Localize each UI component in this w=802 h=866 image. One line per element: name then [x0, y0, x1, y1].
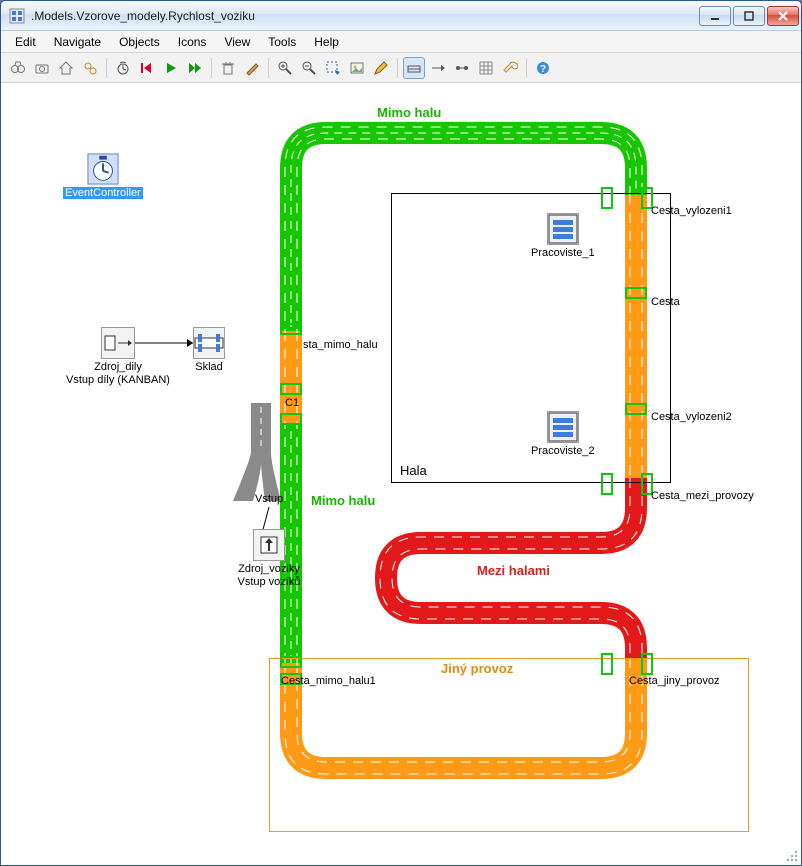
source-up-icon — [253, 529, 285, 561]
window-title: .Models.Vzorove_modely.Rychlost_voziku — [31, 9, 699, 23]
svg-text:?: ? — [540, 64, 546, 75]
minimize-button[interactable] — [699, 6, 731, 26]
label-cesta: Cesta — [651, 296, 680, 308]
toolbar-separator — [526, 58, 527, 78]
tool-zoom-in-icon[interactable] — [274, 57, 296, 79]
tool-connector-icon[interactable] — [427, 57, 449, 79]
menu-tools[interactable]: Tools — [260, 33, 304, 51]
tool-zoom-out-icon[interactable] — [298, 57, 320, 79]
tool-brush-icon[interactable] — [241, 57, 263, 79]
label-cesta-vylozeni2: Cesta_vylozeni2 — [651, 411, 732, 423]
event-controller-object[interactable]: EventController — [63, 153, 143, 200]
label-c1: C1 — [285, 397, 299, 409]
menu-help[interactable]: Help — [306, 33, 347, 51]
connector[interactable] — [280, 323, 302, 335]
tool-help-icon[interactable]: ? — [532, 57, 554, 79]
connector[interactable] — [601, 653, 613, 675]
connector[interactable] — [280, 413, 302, 425]
maximize-button[interactable] — [733, 6, 765, 26]
tool-home-icon[interactable] — [55, 57, 77, 79]
connector[interactable] — [601, 473, 613, 495]
tool-grid-icon[interactable] — [475, 57, 497, 79]
tool-binoculars-icon[interactable] — [7, 57, 29, 79]
sklad-object[interactable]: Sklad — [193, 327, 225, 374]
vstup-label: Vstup — [255, 493, 283, 505]
menu-edit[interactable]: Edit — [7, 33, 44, 51]
menu-icons[interactable]: Icons — [170, 33, 215, 51]
annot-mimo-halu-top: Mimo halu — [377, 105, 441, 120]
zdroj-dily-object[interactable]: Zdroj_dily Vstup díly (KANBAN) — [63, 327, 173, 386]
menubar: Edit Navigate Objects Icons View Tools H… — [1, 31, 801, 53]
model-canvas[interactable]: Hala EventController Zdroj_d — [1, 83, 801, 865]
toolbar-separator — [211, 58, 212, 78]
label-cesta-vylozeni1: Cesta_vylozeni1 — [651, 205, 732, 217]
pracoviste-1-label: Pracoviste_1 — [531, 247, 595, 260]
menu-view[interactable]: View — [216, 33, 258, 51]
tool-image-icon[interactable] — [346, 57, 368, 79]
connector[interactable] — [625, 287, 647, 299]
tool-select-rect-icon[interactable] — [322, 57, 344, 79]
source-icon — [101, 327, 135, 359]
connector[interactable] — [601, 187, 613, 209]
tool-trash-icon[interactable] — [217, 57, 239, 79]
event-controller-label: EventController — [63, 187, 143, 199]
tool-rewind-icon[interactable] — [136, 57, 158, 79]
connector[interactable] — [280, 383, 302, 395]
label-cesta-mimo-halu1: Cesta_mimo_halu1 — [281, 675, 376, 687]
sklad-label: Sklad — [193, 361, 225, 374]
connector[interactable] — [641, 653, 653, 675]
label-sta-mimo-halu: sta_mimo_halu — [303, 339, 378, 351]
tool-camera-icon[interactable] — [31, 57, 53, 79]
menu-navigate[interactable]: Navigate — [46, 33, 109, 51]
label-cesta-mezi-provozy: Cesta_mezi_provozy — [651, 490, 754, 502]
app-window: .Models.Vzorove_modely.Rychlost_voziku E… — [0, 0, 802, 866]
connector[interactable] — [625, 403, 647, 415]
buffer-icon — [193, 327, 225, 359]
app-icon — [9, 8, 25, 24]
toolbar-separator — [268, 58, 269, 78]
tool-clock-icon[interactable] — [112, 57, 134, 79]
tool-wrench-icon[interactable] — [499, 57, 521, 79]
menu-objects[interactable]: Objects — [111, 33, 168, 51]
pracoviste-2-label: Pracoviste_2 — [531, 445, 595, 458]
titlebar: .Models.Vzorove_modely.Rychlost_voziku — [1, 1, 801, 31]
tool-pencil-icon[interactable] — [370, 57, 392, 79]
pracoviste-2-object[interactable]: Pracoviste_2 — [531, 411, 595, 458]
annot-mezi-halami: Mezi halami — [477, 563, 550, 578]
zdroj-dily-label: Zdroj_dily Vstup díly (KANBAN) — [63, 361, 173, 386]
hala-caption: Hala — [400, 463, 427, 478]
close-button[interactable] — [767, 6, 799, 26]
annot-jiny-provoz: Jiný provoz — [441, 661, 513, 676]
toolbar-separator — [397, 58, 398, 78]
connector[interactable] — [280, 656, 302, 668]
tool-node-icon[interactable] — [451, 57, 473, 79]
pracoviste-1-object[interactable]: Pracoviste_1 — [531, 213, 595, 260]
toolbar: ? — [1, 53, 801, 83]
tool-tray-icon[interactable] — [403, 57, 425, 79]
station-icon — [547, 213, 579, 245]
annot-mimo-halu-mid: Mimo halu — [311, 493, 375, 508]
tool-fastforward-icon[interactable] — [184, 57, 206, 79]
station-icon — [547, 411, 579, 443]
zdroj-voziky-label: Zdroj_voziky Vstup vozíků — [229, 563, 309, 588]
zdroj-voziky-object[interactable]: Zdroj_voziky Vstup vozíků — [229, 529, 309, 588]
toolbar-separator — [106, 58, 107, 78]
tool-gears-icon[interactable] — [79, 57, 101, 79]
tool-play-icon[interactable] — [160, 57, 182, 79]
label-cesta-jiny-provoz: Cesta_jiny_provoz — [629, 675, 720, 687]
clock-icon — [87, 153, 119, 185]
resize-grip-icon[interactable] — [785, 849, 799, 863]
